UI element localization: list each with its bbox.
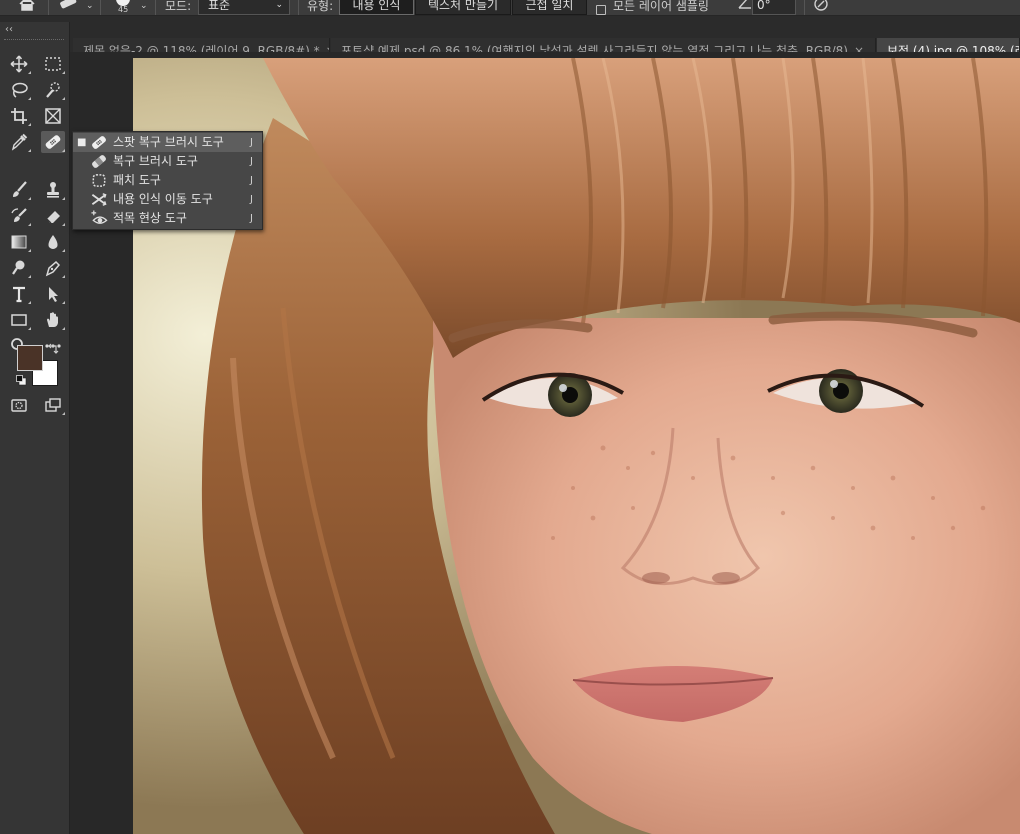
path-select-tool[interactable] xyxy=(41,283,65,305)
separator xyxy=(298,0,299,15)
proximity-match-button[interactable]: 근접 일치 xyxy=(512,0,587,15)
stamp-tool[interactable] xyxy=(41,179,65,201)
eraser-icon xyxy=(46,211,60,224)
chevron-down-icon[interactable]: ⌄ xyxy=(140,0,148,15)
healing-brush-icon xyxy=(90,153,108,170)
shortcut-key: J xyxy=(250,137,253,148)
rectangle-icon xyxy=(11,314,27,326)
quick-select-tool[interactable] xyxy=(41,79,65,101)
angle-input[interactable]: 0° xyxy=(752,0,796,15)
portrait-image xyxy=(133,58,1020,834)
stamp-icon xyxy=(47,182,59,198)
menu-item-content-aware-move[interactable]: 내용 인식 이동 도구 J xyxy=(73,190,262,209)
chevron-down-icon: ⌄ xyxy=(275,0,283,10)
gradient-tool[interactable] xyxy=(7,231,31,253)
gradient-icon xyxy=(11,235,27,249)
marquee-icon xyxy=(45,57,61,71)
history-brush-icon xyxy=(11,208,27,222)
content-aware-button[interactable]: 내용 인식 xyxy=(339,0,414,15)
panel-grip[interactable] xyxy=(4,39,64,41)
eyedropper-icon xyxy=(11,133,28,151)
crop-icon xyxy=(11,108,27,124)
spot-healing-icon xyxy=(90,134,108,151)
collapse-panel-button[interactable]: ‹‹ xyxy=(5,24,13,35)
frame-tool[interactable] xyxy=(41,105,65,127)
menu-item-red-eye[interactable]: 적목 현상 도구 J xyxy=(73,209,262,228)
quick-select-icon xyxy=(46,82,60,98)
brush-size[interactable]: 45 xyxy=(118,5,128,15)
separator xyxy=(100,0,101,15)
sample-all-checkbox[interactable] xyxy=(596,0,606,15)
menu-item-label: 적목 현상 도구 xyxy=(113,211,187,225)
screen-mode-icon xyxy=(45,398,61,412)
photo-image[interactable] xyxy=(133,58,1020,834)
default-colors-icon[interactable] xyxy=(16,375,27,389)
home-icon[interactable] xyxy=(18,0,36,15)
shortcut-key: J xyxy=(250,175,253,186)
content-aware-move-icon xyxy=(90,191,108,208)
eyedropper-tool[interactable] xyxy=(7,131,31,153)
tool-preset-icon[interactable] xyxy=(58,0,78,15)
menu-item-label: 복구 브러시 도구 xyxy=(113,154,198,168)
blur-icon xyxy=(48,235,58,249)
quick-mask-button[interactable] xyxy=(7,394,31,416)
swap-colors-icon[interactable] xyxy=(47,343,59,358)
options-bar: ⌄ 45 ⌄ 모드: 표준 ⌄ 유형: 내용 인식 텍스처 만들기 근접 일치 … xyxy=(0,0,1020,16)
hand-tool[interactable] xyxy=(41,309,65,331)
angle-icon xyxy=(738,0,752,15)
sample-all-label: 모든 레이어 샘플링 xyxy=(613,0,709,13)
foreground-color-swatch[interactable] xyxy=(17,345,43,371)
lasso-icon xyxy=(12,82,28,98)
move-icon xyxy=(10,55,28,73)
pen-icon xyxy=(45,260,61,277)
spot-healing-icon xyxy=(45,135,61,149)
spot-healing-tool[interactable] xyxy=(41,131,65,153)
brush-tool[interactable] xyxy=(7,179,31,201)
type-label: 유형: xyxy=(307,0,334,13)
dodge-tool[interactable] xyxy=(7,257,31,279)
menu-item-spot-healing-brush[interactable]: ■ 스팟 복구 브러시 도구 J xyxy=(73,133,262,152)
separator xyxy=(804,0,805,15)
chevron-down-icon[interactable]: ⌄ xyxy=(86,0,94,15)
mode-label: 모드: xyxy=(165,0,192,13)
blur-tool[interactable] xyxy=(41,231,65,253)
marquee-tool[interactable] xyxy=(41,53,65,75)
separator xyxy=(48,0,49,15)
screen-mode-button[interactable] xyxy=(41,394,65,416)
eraser-tool[interactable] xyxy=(41,205,65,227)
pressure-icon[interactable] xyxy=(813,0,829,15)
current-tool-bullet: ■ xyxy=(77,137,87,148)
quick-mask-icon xyxy=(11,399,27,412)
crop-tool[interactable] xyxy=(7,105,31,127)
shortcut-key: J xyxy=(250,213,253,224)
patch-icon xyxy=(90,172,108,189)
mode-select[interactable]: 표준 ⌄ xyxy=(198,0,290,15)
frame-icon xyxy=(45,108,61,124)
brush-icon xyxy=(13,181,27,197)
menu-item-label: 스팟 복구 브러시 도구 xyxy=(113,135,224,149)
dodge-icon xyxy=(12,260,25,275)
shortcut-key: J xyxy=(250,194,253,205)
path-select-icon xyxy=(49,287,58,302)
lasso-tool[interactable] xyxy=(7,79,31,101)
menu-item-healing-brush[interactable]: 복구 브러시 도구 J xyxy=(73,152,262,171)
type-tool[interactable] xyxy=(7,283,31,305)
separator xyxy=(155,0,156,15)
menu-item-label: 내용 인식 이동 도구 xyxy=(113,192,213,206)
history-brush-tool[interactable] xyxy=(7,205,31,227)
red-eye-icon xyxy=(90,210,108,227)
hand-icon xyxy=(47,312,58,327)
menu-item-patch[interactable]: 패치 도구 J xyxy=(73,171,262,190)
create-texture-button[interactable]: 텍스처 만들기 xyxy=(415,0,511,15)
type-icon xyxy=(13,286,25,303)
move-tool[interactable] xyxy=(7,53,31,75)
pen-tool[interactable] xyxy=(41,257,65,279)
healing-tools-flyout: ■ 스팟 복구 브러시 도구 J 복구 브러시 도구 J 패치 도구 J 내용 … xyxy=(72,131,263,230)
tools-panel: ‹‹ xyxy=(0,22,70,834)
menu-item-label: 패치 도구 xyxy=(113,173,161,187)
shortcut-key: J xyxy=(250,156,253,167)
mode-value: 표준 xyxy=(208,0,231,12)
rectangle-tool[interactable] xyxy=(7,309,31,331)
document-tab-bar: 제목 없음-2 @ 118% (레이어 9, RGB/8#) *× 포토샵 예제… xyxy=(0,16,1020,64)
